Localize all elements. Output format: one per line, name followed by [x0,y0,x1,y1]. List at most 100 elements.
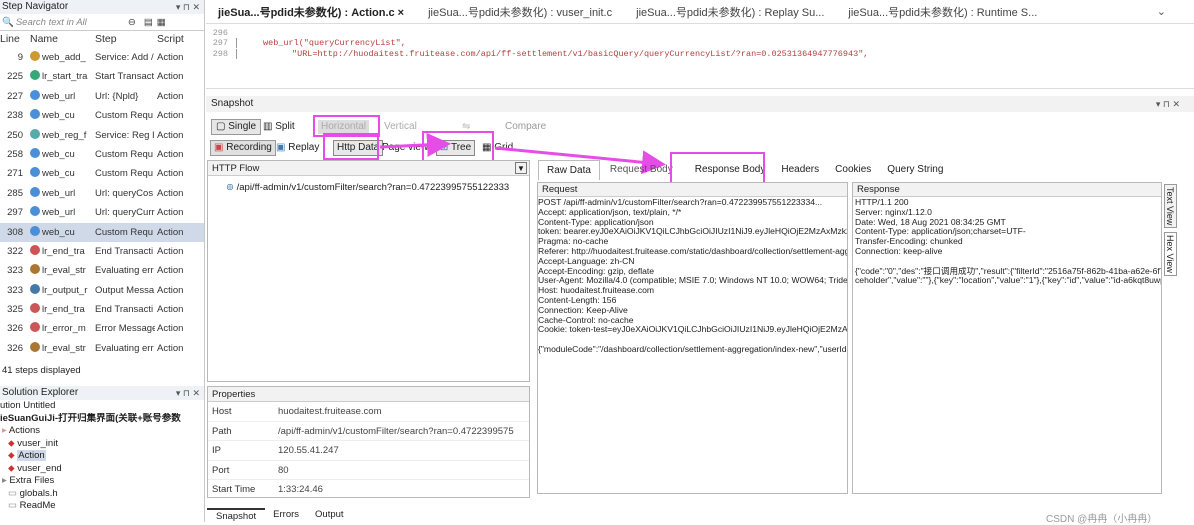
tab-vuser-init[interactable]: jieSua...号pdid未参数化) : vuser_init.c [416,4,624,20]
filter-icon[interactable]: ▼ [515,162,527,174]
step-icon [30,341,40,352]
steps-header: Line Name Step Script [0,33,184,45]
tab-snapshot[interactable]: Snapshot [207,508,266,522]
step-row[interactable]: 297 web_url Url: queryCurr Action [0,203,204,222]
properties-panel: Properties Host huodaitest.fruitease.com P… [207,386,530,498]
single-button[interactable]: ▢ Single [211,119,262,135]
raw-line: Connection: keep-alive [855,246,943,256]
step-row[interactable]: 326 lr_eval_str Evaluating err Action [0,339,204,358]
folder-icon: ▸ [2,425,9,436]
editor-divider[interactable] [206,88,1194,91]
request-raw-text[interactable]: POST /api/ff-admin/v1/customFilter/searc… [538,197,847,355]
raw-line: ceholder","value":""},{"key":"location",… [855,276,1161,286]
script-icon: ⬥ [8,462,18,474]
tree-item-globals[interactable]: ▭ globals.h [0,488,204,501]
data-tabs: Raw Data Request Body Response Body Head… [538,160,1158,180]
request-pane: Request POST /api/ff-admin/v1/customFilt… [537,182,848,494]
property-row: Host huodaitest.fruitease.com [208,402,529,422]
tab-headers[interactable]: Headers [773,160,827,180]
replay-icon: ▣ [276,142,289,153]
raw-line: Accept-Language: zh-CN [538,256,635,266]
step-icon [30,70,40,81]
tree-item[interactable]: ieSuanGuiJi-打开归集界面(关联+账号参数 [0,413,204,426]
tabs-overflow-icon[interactable]: ⌄ [1157,5,1166,18]
replay-button[interactable]: ▣ Replay [276,141,319,155]
filter-icon[interactable]: ▤ [144,17,153,28]
tab-errors[interactable]: Errors [265,508,307,522]
tree-item-extra-files[interactable]: ▸ Extra Files [0,475,204,488]
raw-line: {"code":"0","des":"接口调用成功","result":{"fi… [855,266,1161,276]
raw-line: {"moduleCode":"/dashboard/collection/set… [538,344,847,354]
step-icon [30,51,40,61]
panel-buttons[interactable]: ▾ ⊓ ✕ [1156,96,1194,112]
step-row[interactable]: 227 web_url Url: {Npld} Action [0,87,204,106]
recording-icon: ▣ [214,142,227,153]
step-icon [30,186,40,197]
search-bar[interactable]: 🔍 Search text in All ⊖ ▤ ▦ [0,14,204,31]
toggle-icon[interactable]: ⊖ [128,17,136,28]
raw-line: Accept-Encoding: gzip, deflate [538,266,655,276]
step-icon [30,283,40,294]
tab-raw-data[interactable]: Raw Data [538,160,600,180]
step-row[interactable]: 323 lr_eval_str Evaluating err Action [0,261,204,280]
flow-item[interactable]: ⊚ /api/ff-admin/v1/customFilter/search?r… [208,176,529,193]
splitter[interactable] [0,378,204,386]
panel-buttons[interactable]: ▾ ⊓ ✕ [176,386,204,400]
tab-cookies[interactable]: Cookies [827,160,879,180]
step-icon [30,167,40,178]
step-row[interactable]: 308 web_cu Custom Requ Action [0,222,204,242]
step-icon [30,128,40,139]
step-row[interactable]: 322 lr_end_tra End Transacti Action [0,242,204,261]
tab-runtime-settings[interactable]: jieSua...号pdid未参数化) : Runtime S... [836,4,1049,20]
step-row[interactable]: 323 lr_output_r Output Messa Action [0,281,204,300]
tab-action-c[interactable]: jieSua...号pdid未参数化) : Action.c × [206,4,416,20]
response-title: Response [853,183,1161,197]
tab-replay-summary[interactable]: jieSua...号pdid未参数化) : Replay Su... [624,4,836,20]
step-icon [30,264,40,275]
tab-output[interactable]: Output [307,508,352,522]
step-row[interactable]: 326 lr_error_m Error Message Action [0,319,204,338]
steps-list: 9 web_add_ Service: Add / Action 225 lr_s… [0,48,204,364]
step-row[interactable]: 285 web_url Url: queryCos Action [0,184,204,203]
step-row[interactable]: 238 web_cu Custom Requ Action [0,106,204,125]
split-button[interactable]: ▥ Split [263,120,295,134]
raw-line: Server: nginx/1.12.0 [855,207,932,217]
script-icon: ⬥ [8,437,18,449]
step-row[interactable]: 271 web_cu Custom Requ Action [0,164,204,183]
search-input[interactable]: Search text in All [16,17,128,28]
vertical-scrollbar[interactable] [190,60,198,380]
raw-line: Host: huodaitest.fruitease.com [538,286,655,296]
panel-buttons[interactable]: ▾ ⊓ ✕ [176,0,204,14]
tree-item-vuser-init[interactable]: ⬥ vuser_init [0,438,204,451]
tree-item-readme[interactable]: ▭ ReadMe [0,500,204,513]
tree-item-actions[interactable]: ▸ Actions [0,425,204,438]
raw-line: Pragma: no-cache [538,237,609,247]
step-icon [30,206,40,217]
code-editor[interactable]: 296 297 web_url("queryCurrencyList", 298 "… [206,28,1194,70]
raw-line [855,257,1161,267]
list-icon[interactable]: ▦ [157,17,166,28]
step-icon [30,244,40,255]
raw-line: Connection: Keep-Alive [538,305,628,315]
step-row[interactable]: 258 web_cu Custom Requ Action [0,145,204,164]
step-row[interactable]: 9 web_add_ Service: Add / Action [0,48,204,67]
hex-view-tab[interactable]: Hex View [1164,232,1177,276]
step-row[interactable]: 250 web_reg_f Service: Reg I Action [0,126,204,145]
raw-line: Referer: http://huodaitest.fruitease.com… [538,246,847,256]
tree-item-action[interactable]: ⬥ Action [0,450,204,463]
solution-explorer-title: Solution Explorer ▾ ⊓ ✕ [0,386,204,400]
raw-line: Cookie: token-test=eyJ0eXAiOiJKV1QiLCJhb… [538,325,847,335]
step-row[interactable]: 225 lr_start_tra Start Transact Action [0,67,204,86]
raw-line: POST /api/ff-admin/v1/customFilter/searc… [538,198,823,207]
step-row[interactable]: 325 lr_end_tra End Transacti Action [0,300,204,319]
tree-item[interactable]: ution Untitled [0,400,204,413]
step-icon [30,147,40,158]
tree-item-vuser-end[interactable]: ⬥ vuser_end [0,463,204,476]
raw-line: User-Agent: Mozilla/4.0 (compatible; MSI… [538,276,847,286]
response-raw-text[interactable]: HTTP/1.1 200 Server: nginx/1.12.0 Date: We… [853,197,1161,286]
text-view-tab[interactable]: Text View [1164,184,1177,228]
split-icon: ▥ [263,121,276,132]
recording-button[interactable]: ▣ Recording [210,140,276,156]
http-flow-title: HTTP Flow [208,161,529,176]
tab-query-string[interactable]: Query String [879,160,951,180]
